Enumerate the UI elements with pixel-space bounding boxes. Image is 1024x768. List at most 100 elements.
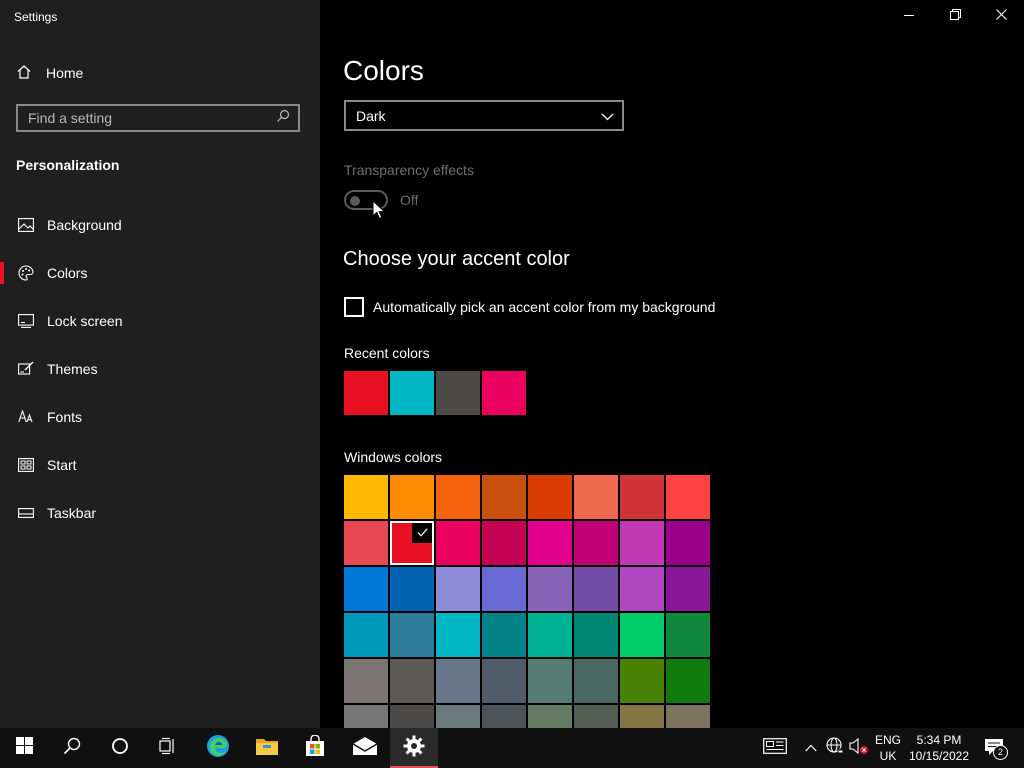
windows-color-swatch[interactable] — [482, 659, 526, 703]
windows-color-swatch[interactable] — [344, 705, 388, 728]
search-icon[interactable] — [276, 109, 290, 128]
lock-screen-icon — [17, 312, 35, 330]
mail-button[interactable] — [341, 728, 389, 768]
windows-color-swatch-selected[interactable] — [390, 521, 434, 565]
windows-color-swatch[interactable] — [482, 613, 526, 657]
close-button[interactable] — [978, 0, 1024, 32]
start-icon — [17, 456, 35, 474]
windows-color-swatch[interactable] — [666, 567, 710, 611]
recent-color-swatch[interactable] — [390, 371, 434, 415]
windows-color-swatch[interactable] — [482, 705, 526, 728]
windows-color-swatch[interactable] — [574, 521, 618, 565]
sidebar-item-label: Fonts — [47, 409, 83, 425]
sidebar-item-themes[interactable]: Themes — [0, 349, 320, 389]
sidebar: Settings Home Personalization Background… — [0, 0, 320, 728]
windows-color-swatch[interactable] — [344, 659, 388, 703]
action-center-button[interactable]: 2 — [980, 728, 1010, 768]
windows-color-swatch[interactable] — [436, 475, 480, 519]
color-mode-dropdown[interactable]: Dark — [344, 100, 624, 131]
windows-color-swatch[interactable] — [666, 521, 710, 565]
sidebar-item-start[interactable]: Start — [0, 445, 320, 485]
windows-color-swatch[interactable] — [528, 567, 572, 611]
windows-color-swatch[interactable] — [620, 705, 664, 728]
network-button[interactable] — [824, 728, 846, 768]
windows-color-swatch[interactable] — [436, 567, 480, 611]
section-label: Personalization — [16, 157, 120, 173]
windows-color-swatch[interactable] — [390, 613, 434, 657]
sidebar-item-fonts[interactable]: Fonts — [0, 397, 320, 437]
search-icon — [63, 737, 81, 760]
windows-color-swatch[interactable] — [528, 475, 572, 519]
windows-color-swatch[interactable] — [666, 475, 710, 519]
search-box[interactable] — [16, 104, 300, 132]
sidebar-item-taskbar[interactable]: Taskbar — [0, 493, 320, 533]
news-widget-button[interactable] — [760, 728, 790, 768]
windows-color-swatch[interactable] — [574, 475, 618, 519]
windows-color-swatch[interactable] — [620, 659, 664, 703]
notification-count-badge: 2 — [993, 745, 1008, 760]
sidebar-item-label: Taskbar — [47, 505, 97, 521]
windows-color-swatch[interactable] — [574, 567, 618, 611]
recent-color-swatch[interactable] — [436, 371, 480, 415]
windows-color-swatch[interactable] — [528, 705, 572, 728]
windows-color-swatch[interactable] — [436, 613, 480, 657]
clock[interactable]: 5:34 PM 10/15/2022 — [906, 728, 972, 768]
sidebar-item-colors[interactable]: Colors — [0, 253, 320, 293]
search-input[interactable] — [28, 110, 258, 126]
windows-color-swatch[interactable] — [620, 475, 664, 519]
windows-color-swatch[interactable] — [666, 613, 710, 657]
windows-color-swatch[interactable] — [620, 521, 664, 565]
windows-color-swatch[interactable] — [390, 567, 434, 611]
windows-color-swatch[interactable] — [574, 613, 618, 657]
transparency-state: Off — [400, 192, 419, 208]
restore-button[interactable] — [932, 0, 978, 32]
windows-color-swatch[interactable] — [620, 567, 664, 611]
windows-color-swatch[interactable] — [436, 659, 480, 703]
windows-color-swatch[interactable] — [620, 613, 664, 657]
windows-color-swatch[interactable] — [528, 659, 572, 703]
cortana-button[interactable] — [96, 728, 144, 768]
windows-color-swatch[interactable] — [482, 567, 526, 611]
windows-color-swatch[interactable] — [528, 613, 572, 657]
checkmark-icon — [417, 526, 428, 540]
sidebar-item-lock-screen[interactable]: Lock screen — [0, 301, 320, 341]
windows-color-swatch[interactable] — [390, 475, 434, 519]
volume-button[interactable] — [848, 728, 870, 768]
network-globe-icon — [826, 736, 844, 760]
windows-color-swatch[interactable] — [344, 475, 388, 519]
minimize-button[interactable] — [886, 0, 932, 32]
auto-pick-accent-option[interactable]: Automatically pick an accent color from … — [344, 297, 715, 317]
windows-color-swatch[interactable] — [574, 705, 618, 728]
windows-color-swatch[interactable] — [344, 613, 388, 657]
windows-color-swatch[interactable] — [390, 705, 434, 728]
windows-color-swatch[interactable] — [482, 521, 526, 565]
windows-color-swatch[interactable] — [436, 705, 480, 728]
language-indicator[interactable]: ENG UK — [872, 728, 904, 768]
task-view-button[interactable] — [144, 728, 192, 768]
show-hidden-icons-button[interactable] — [800, 728, 822, 768]
windows-color-swatch[interactable] — [528, 521, 572, 565]
settings-taskbar-button[interactable] — [390, 728, 438, 768]
windows-color-swatch[interactable] — [390, 659, 434, 703]
windows-color-swatch[interactable] — [344, 521, 388, 565]
file-explorer-button[interactable] — [243, 728, 291, 768]
recent-color-swatch[interactable] — [344, 371, 388, 415]
auto-pick-checkbox[interactable] — [344, 297, 364, 317]
store-button[interactable] — [291, 728, 339, 768]
taskbar: ENG UK 5:34 PM 10/15/2022 2 — [0, 728, 1024, 768]
taskbar-search-button[interactable] — [48, 728, 96, 768]
windows-color-swatch[interactable] — [436, 521, 480, 565]
windows-color-swatch[interactable] — [482, 475, 526, 519]
recent-color-swatch[interactable] — [482, 371, 526, 415]
windows-color-swatch[interactable] — [666, 659, 710, 703]
file-explorer-icon — [255, 736, 279, 761]
windows-color-swatch[interactable] — [344, 567, 388, 611]
windows-color-swatch[interactable] — [574, 659, 618, 703]
windows-color-swatch[interactable] — [666, 705, 710, 728]
home-link[interactable]: Home — [16, 62, 83, 84]
recent-colors-row — [344, 371, 526, 415]
sidebar-item-background[interactable]: Background — [0, 205, 320, 245]
clock-date: 10/15/2022 — [908, 749, 970, 763]
start-button[interactable] — [0, 728, 48, 768]
edge-button[interactable] — [194, 728, 242, 768]
